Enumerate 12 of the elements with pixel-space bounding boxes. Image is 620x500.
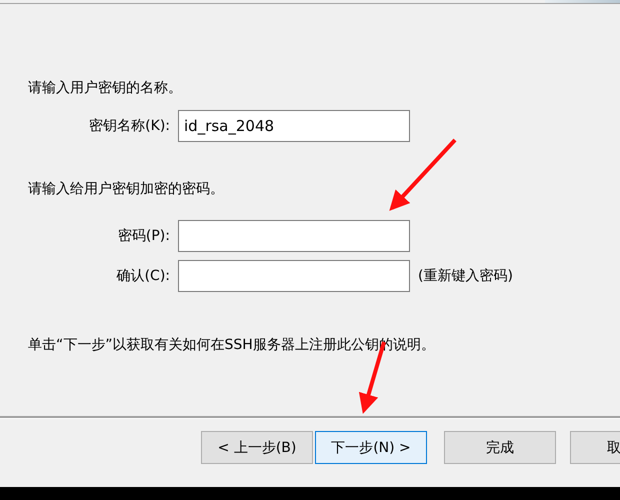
wizard-button[interactable]: 完成 bbox=[444, 431, 556, 464]
field-label: 密钥名称(K): bbox=[88, 117, 170, 135]
wizard-button[interactable]: < 上一步(B) bbox=[201, 431, 313, 464]
field-label: 密码(P): bbox=[116, 227, 170, 245]
confirm-password-field[interactable] bbox=[178, 260, 410, 292]
prompt-text: 请输入用户密钥的名称。 bbox=[28, 79, 183, 98]
key-name-field[interactable]: id_rsa_2048 bbox=[178, 110, 410, 142]
password-field[interactable] bbox=[178, 220, 410, 252]
field-label: 确认(C): bbox=[116, 267, 170, 285]
wizard-button[interactable]: 下一步(N) > bbox=[315, 431, 427, 464]
prompt-text: 请输入给用户密钥加密的密码。 bbox=[28, 180, 225, 199]
hint-text: (重新键入密码) bbox=[418, 267, 514, 285]
